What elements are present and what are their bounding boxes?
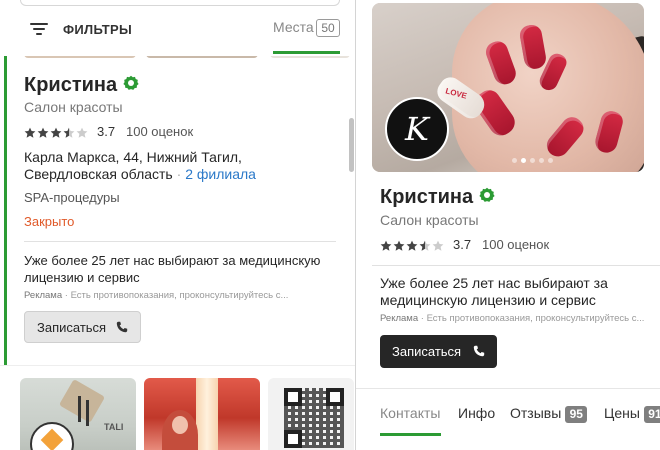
tab-label: Цены — [604, 405, 640, 421]
carousel-dot[interactable] — [539, 158, 544, 163]
star-empty-icon — [432, 239, 444, 251]
tab-info[interactable]: Инфо — [458, 405, 495, 421]
verified-badge-icon — [123, 74, 139, 97]
salon-logo-letter: K — [405, 110, 429, 148]
star-empty-icon — [76, 126, 88, 138]
ad-disclaimer: Есть противопоказания, проконсультируйте… — [426, 313, 645, 324]
search-results-panel: ФИЛЬТРЫ Места 50 Кристина Салон красоты — [0, 0, 355, 450]
verified-badge-icon — [479, 186, 495, 209]
detail-book-button[interactable]: Записаться — [380, 335, 497, 368]
star-full-icon — [380, 239, 392, 251]
photo-thumbnail[interactable]: TALI — [20, 378, 136, 450]
detail-divider — [372, 265, 660, 266]
tab-contacts[interactable]: Контакты — [380, 405, 440, 421]
qr-code-thumbnail[interactable] — [268, 378, 354, 450]
tab-contacts-underline — [380, 433, 441, 436]
card-service: SPA-процедуры — [24, 190, 120, 205]
tab-count-badge: 91 — [643, 406, 660, 423]
results-header: ФИЛЬТРЫ Места 50 — [0, 0, 355, 56]
detail-tabs: Контакты Инфо Отзывы 95 Цены 91 — [356, 389, 660, 450]
tab-reviews[interactable]: Отзывы 95 — [510, 405, 588, 423]
card-title[interactable]: Кристина — [24, 74, 139, 97]
carousel-dot[interactable] — [530, 158, 535, 163]
ad-note: Реклама · Есть противопоказания, проконс… — [24, 290, 289, 301]
detail-title: Кристина — [380, 186, 495, 209]
star-full-icon — [37, 126, 49, 138]
next-card-photos: TALI — [0, 365, 355, 450]
book-button-label: Записаться — [392, 344, 462, 359]
book-button-label: Записаться — [37, 319, 107, 335]
rating-stars — [24, 126, 88, 138]
open-status: Закрыто — [24, 214, 75, 229]
detail-ad-note: Реклама · Есть противопоказания, проконс… — [380, 313, 645, 324]
selected-card-marker — [4, 56, 7, 365]
star-full-icon — [406, 239, 418, 251]
star-half-icon — [419, 239, 431, 251]
results-scrollbar[interactable] — [349, 118, 354, 172]
tab-places[interactable]: Места — [273, 19, 314, 35]
place-detail-panel: LOVE K Кристина Салон красоты 3.7 100 оц… — [356, 0, 660, 450]
detail-reviews-count[interactable]: 100 оценок — [482, 237, 549, 252]
tab-count-badge: 95 — [565, 406, 588, 423]
filter-icon[interactable] — [30, 22, 48, 36]
detail-category: Салон красоты — [380, 212, 479, 228]
carousel-dots — [512, 158, 553, 163]
ad-disclaimer: Есть противопоказания, проконсультируйте… — [70, 290, 289, 301]
carousel-dot-active[interactable] — [521, 158, 526, 163]
tab-label: Контакты — [380, 405, 441, 421]
place-photo-carousel[interactable]: LOVE K — [372, 3, 644, 172]
phone-icon — [473, 345, 485, 357]
star-half-icon — [63, 126, 75, 138]
ad-label: Реклама — [24, 290, 63, 301]
tab-places-underline — [273, 51, 340, 54]
branches-link[interactable]: 2 филиала — [185, 166, 256, 182]
ad-label: Реклама — [380, 313, 419, 324]
card-address: Карла Маркса, 44, Нижний Тагил, Свердлов… — [24, 149, 256, 182]
tab-label: Инфо — [458, 405, 496, 421]
card-title-text: Кристина — [24, 74, 118, 96]
carousel-dot[interactable] — [548, 158, 553, 163]
reviews-count[interactable]: 100 оценок — [126, 124, 193, 139]
star-full-icon — [24, 126, 36, 138]
photo-thumbnail[interactable] — [144, 378, 260, 450]
book-button[interactable]: Записаться — [24, 311, 141, 343]
star-full-icon — [393, 239, 405, 251]
rating-stars — [380, 239, 444, 251]
filters-button[interactable]: ФИЛЬТРЫ — [63, 22, 132, 37]
star-full-icon — [50, 126, 62, 138]
nail-text: LOVE — [444, 86, 468, 101]
salon-logo: K — [385, 97, 449, 161]
tab-label: Отзывы — [510, 405, 562, 421]
search-box-edge — [20, 0, 340, 6]
detail-rating-value: 3.7 — [453, 237, 472, 252]
ad-text[interactable]: Уже более 25 лет нас выбирают за медицин… — [24, 252, 324, 286]
card-category: Салон красоты — [24, 99, 123, 115]
card-divider — [24, 241, 336, 242]
carousel-dot[interactable] — [512, 158, 517, 163]
phone-icon — [116, 321, 128, 333]
detail-ad-text[interactable]: Уже более 25 лет нас выбирают за медицин… — [380, 275, 650, 309]
places-count-badge: 50 — [316, 19, 340, 37]
detail-title-text: Кристина — [380, 186, 474, 208]
tab-prices[interactable]: Цены 91 — [604, 405, 660, 423]
rating-value: 3.7 — [97, 124, 116, 139]
result-card-kristina[interactable]: Кристина Салон красоты 3.7 100 оценок Ка… — [0, 56, 350, 365]
